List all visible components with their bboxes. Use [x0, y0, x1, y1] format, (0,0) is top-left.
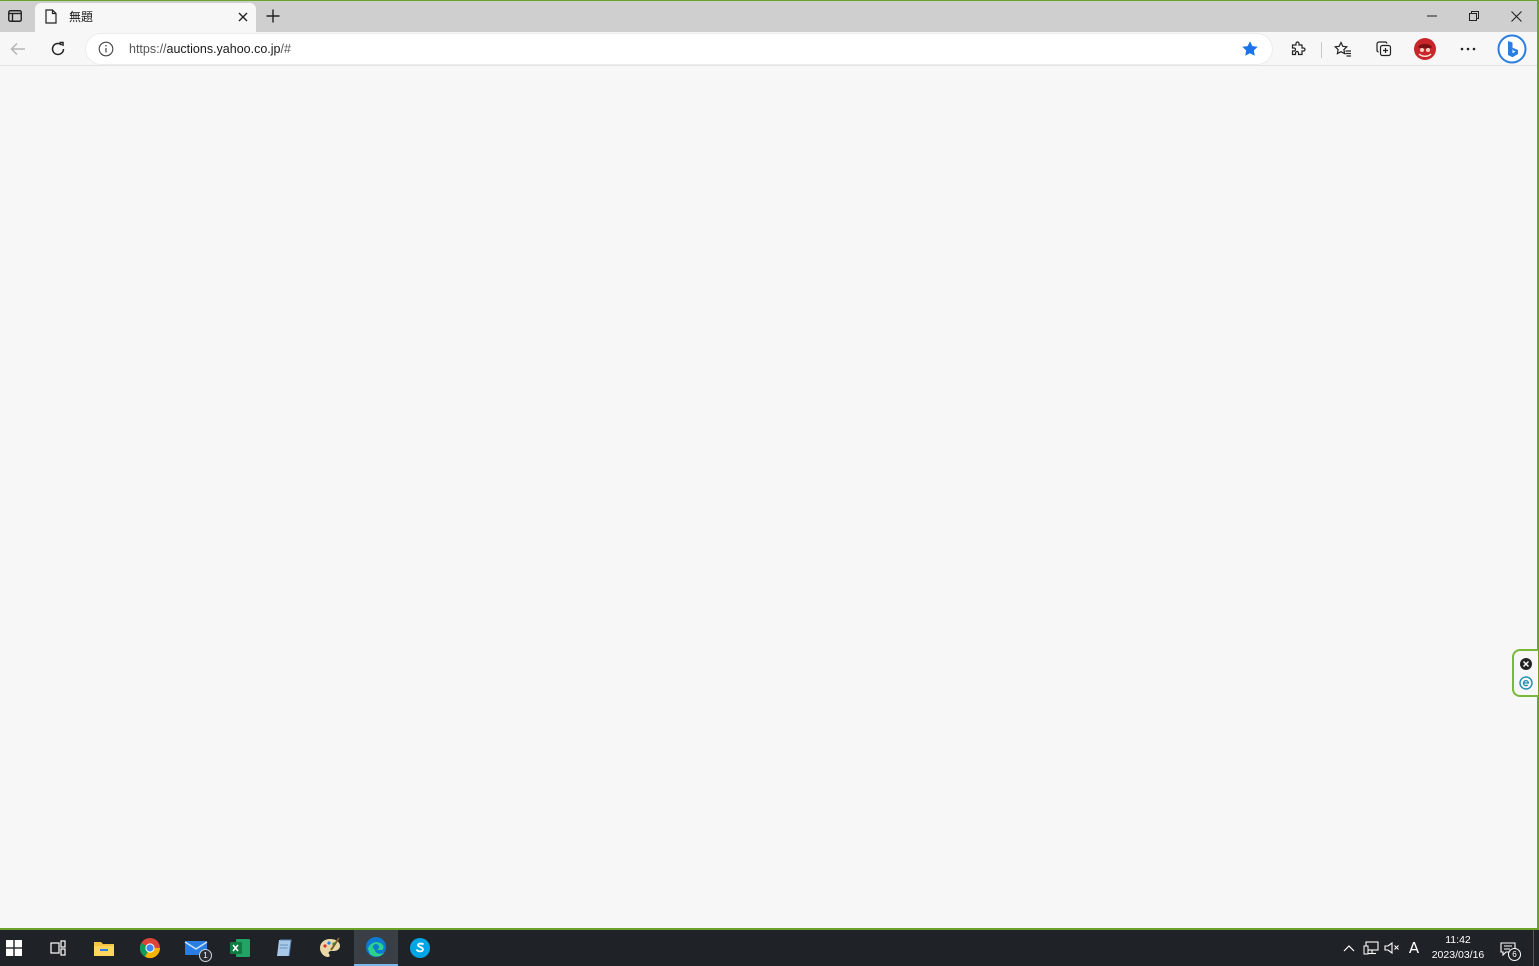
close-tab-icon[interactable] — [233, 7, 253, 27]
url-host: auctions.yahoo.co.jp — [166, 42, 281, 56]
e-circle-icon[interactable] — [1518, 675, 1534, 691]
back-arrow-icon[interactable] — [4, 35, 32, 63]
close-circle-icon[interactable] — [1518, 656, 1534, 672]
clock-time: 11:42 — [1445, 934, 1471, 946]
ime-indicator[interactable]: A — [1405, 939, 1423, 957]
address-bar[interactable]: https://auctions.yahoo.co.jp/# — [86, 34, 1272, 64]
url-scheme: https:// — [129, 42, 167, 56]
show-desktop-strip[interactable] — [1533, 930, 1539, 966]
star-filled-icon[interactable] — [1241, 40, 1259, 58]
side-widget — [1512, 649, 1538, 697]
info-icon[interactable] — [98, 41, 114, 57]
chevron-up-icon[interactable] — [1340, 939, 1358, 957]
edge-icon[interactable] — [354, 930, 398, 966]
browser-window: 無題 https://auctions.yahoo.co.jp/# — [0, 1, 1538, 928]
collections-icon[interactable] — [1370, 35, 1398, 63]
minimize-icon[interactable] — [1411, 1, 1453, 31]
tab-actions-icon[interactable] — [3, 4, 27, 28]
speaker-muted-icon[interactable] — [1383, 939, 1401, 957]
page-content — [0, 67, 1537, 928]
page-icon — [45, 9, 59, 25]
new-tab-plus-icon[interactable] — [261, 4, 285, 28]
chrome-icon[interactable] — [128, 930, 172, 966]
tab-strip: 無題 — [0, 1, 1537, 32]
file-explorer-icon[interactable] — [82, 930, 126, 966]
notification-count-badge: 6 — [1508, 948, 1521, 961]
avatar-icon[interactable] — [1411, 35, 1439, 63]
mail-icon[interactable] — [174, 930, 218, 966]
close-window-icon[interactable] — [1495, 1, 1537, 31]
excel-icon[interactable] — [218, 930, 262, 966]
paint-icon[interactable] — [308, 930, 352, 966]
clock[interactable]: 11:42 2023/03/16 — [1426, 933, 1490, 963]
active-tab[interactable]: 無題 — [35, 3, 256, 32]
notepad-icon[interactable] — [263, 930, 307, 966]
ellipsis-icon[interactable] — [1454, 35, 1482, 63]
favorites-icon[interactable] — [1329, 35, 1357, 63]
url-text: https://auctions.yahoo.co.jp/# — [129, 41, 291, 57]
skype-icon[interactable] — [398, 930, 442, 966]
mail-badge: 1 — [199, 949, 212, 962]
puzzle-icon[interactable] — [1284, 35, 1312, 63]
bing-icon[interactable] — [1496, 33, 1528, 65]
browser-toolbar: https://auctions.yahoo.co.jp/# — [0, 32, 1537, 66]
refresh-icon[interactable] — [44, 35, 72, 63]
network-icon[interactable] — [1362, 939, 1380, 957]
start-windows-icon[interactable] — [0, 930, 36, 966]
toolbar-separator — [1321, 42, 1322, 58]
url-path: /# — [280, 42, 291, 56]
tab-title: 無題 — [69, 10, 94, 24]
task-view-icon[interactable] — [36, 930, 80, 966]
taskbar: 1 A 11:42 2023/03/16 6 — [0, 930, 1539, 966]
restore-icon[interactable] — [1453, 1, 1495, 31]
clock-date: 2023/03/16 — [1431, 949, 1485, 961]
